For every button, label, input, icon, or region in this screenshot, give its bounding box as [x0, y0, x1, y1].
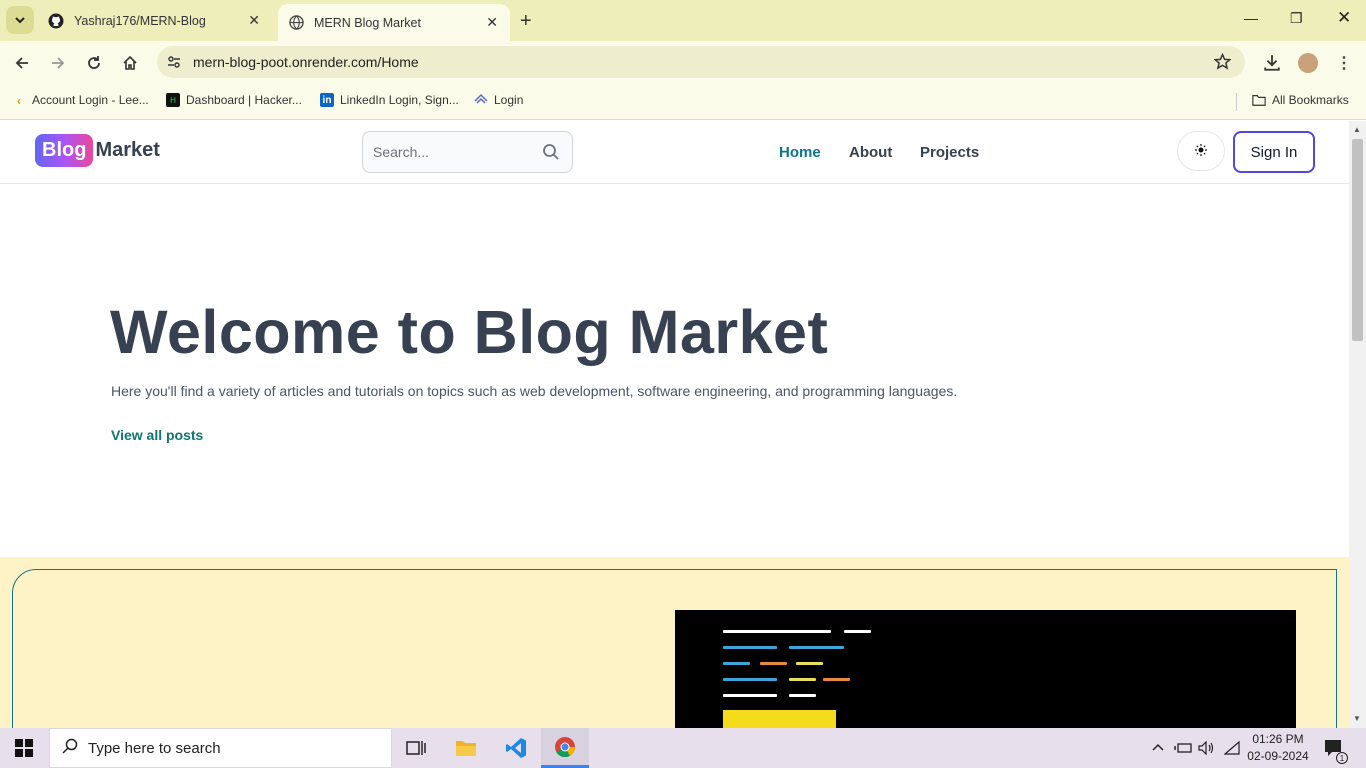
tab-mern-blog[interactable]: MERN Blog Market ✕: [278, 4, 510, 41]
taskbar-search-placeholder: Type here to search: [88, 739, 221, 757]
search-icon: [62, 738, 78, 759]
globe-icon: [288, 15, 304, 31]
restore-icon[interactable]: ❐: [1290, 10, 1303, 27]
sign-in-button[interactable]: Sign In: [1233, 131, 1315, 173]
vscode-icon[interactable]: [492, 728, 540, 768]
close-window-icon[interactable]: ✕: [1337, 8, 1351, 28]
close-tab-icon[interactable]: ✕: [248, 12, 260, 29]
taskbar-search-box[interactable]: Type here to search: [49, 728, 392, 768]
hero-subtitle: Here you'll find a variety of articles a…: [111, 383, 958, 399]
leetcode-icon: ‹: [16, 92, 22, 108]
tab-title: Yashraj176/MERN-Blog: [74, 13, 206, 28]
windows-taskbar: Type here to search 01:26 PM 02-09-2024 …: [0, 728, 1366, 768]
chrome-icon[interactable]: [541, 728, 589, 768]
close-tab-icon[interactable]: ✕: [486, 14, 498, 31]
start-button[interactable]: [0, 728, 48, 768]
github-icon: [48, 13, 64, 29]
sun-icon: [1195, 143, 1207, 159]
site-header: Blog Market Home About Projects Sign In: [0, 121, 1349, 184]
task-view-icon[interactable]: [392, 728, 440, 768]
bookmark-label: Dashboard | Hacker...: [186, 93, 302, 107]
hero-title: Welcome to Blog Market: [110, 298, 829, 366]
tab-github[interactable]: Yashraj176/MERN-Blog ✕: [38, 0, 272, 41]
back-icon[interactable]: [12, 53, 32, 73]
clock-time: 01:26 PM: [1252, 732, 1304, 746]
page-scrollbar[interactable]: ▲ ▼: [1349, 121, 1366, 728]
linkedin-icon: in: [320, 93, 334, 107]
notification-count-badge: 1: [1336, 752, 1348, 764]
volume-icon[interactable]: [1198, 728, 1216, 768]
site-search: [362, 131, 573, 173]
show-hidden-icons[interactable]: [1152, 728, 1164, 768]
notification-center-icon[interactable]: 1: [1324, 728, 1348, 768]
all-bookmarks-button[interactable]: All Bookmarks: [1252, 93, 1349, 107]
theme-toggle-button[interactable]: [1177, 131, 1225, 171]
scrollbar-thumb[interactable]: [1352, 139, 1363, 341]
search-icon[interactable]: [542, 143, 560, 166]
reload-icon[interactable]: [84, 53, 104, 73]
chevron-up-icon: [1152, 743, 1164, 751]
system-clock[interactable]: 01:26 PM 02-09-2024: [1244, 731, 1312, 765]
scroll-up-icon[interactable]: ▲: [1353, 125, 1361, 134]
web-page: Blog Market Home About Projects Sign In …: [0, 121, 1349, 728]
bookmark-label: Login: [494, 93, 524, 107]
bookmark-linkedin[interactable]: in LinkedIn Login, Sign...: [320, 93, 459, 107]
tab-title: MERN Blog Market: [314, 15, 421, 30]
url-text: mern-blog-poot.onrender.com/Home: [193, 54, 419, 70]
bookmark-hackerrank[interactable]: H Dashboard | Hacker...: [166, 93, 302, 107]
address-bar[interactable]: mern-blog-poot.onrender.com/Home: [157, 46, 1245, 78]
all-bookmarks-label: All Bookmarks: [1272, 93, 1349, 107]
forward-icon[interactable]: [48, 53, 68, 73]
nav-about[interactable]: About: [849, 144, 892, 161]
site-info-icon[interactable]: [166, 54, 182, 75]
bookmarks-divider: [1236, 93, 1237, 111]
profile-avatar[interactable]: [1298, 53, 1318, 73]
call-to-action-section: [0, 557, 1349, 728]
home-icon[interactable]: [120, 53, 140, 73]
chevron-down-icon: [15, 17, 25, 24]
hackerrank-icon: H: [166, 93, 180, 107]
nav-home[interactable]: Home: [779, 144, 821, 161]
site-logo[interactable]: Blog Market: [35, 134, 160, 167]
code-illustration-image: [675, 610, 1296, 728]
minimize-icon[interactable]: —: [1244, 10, 1258, 26]
bookmarks-bar: ‹ Account Login - Lee... H Dashboard | H…: [0, 85, 1366, 120]
download-icon[interactable]: [1262, 53, 1282, 73]
folder-icon: [1252, 93, 1266, 107]
logo-badge: Blog: [35, 134, 94, 167]
logo-text: Market: [95, 139, 160, 161]
view-all-posts-link[interactable]: View all posts: [111, 427, 203, 443]
windows-icon: [15, 739, 33, 757]
browser-toolbar: mern-blog-poot.onrender.com/Home ⋮: [0, 41, 1366, 85]
nav-projects[interactable]: Projects: [920, 144, 979, 161]
bookmark-label: LinkedIn Login, Sign...: [340, 93, 459, 107]
bookmark-login[interactable]: Login: [474, 93, 523, 107]
bookmark-label: Account Login - Lee...: [32, 93, 149, 107]
file-explorer-icon[interactable]: [442, 728, 490, 768]
bookmark-leetcode[interactable]: ‹ Account Login - Lee...: [12, 92, 149, 108]
scroll-down-icon[interactable]: ▼: [1353, 714, 1361, 723]
network-icon[interactable]: [1224, 728, 1240, 768]
menu-icon[interactable]: ⋮: [1334, 53, 1354, 73]
new-tab-button[interactable]: +: [520, 10, 532, 33]
search-input[interactable]: [373, 144, 533, 160]
browser-tab-bar: Yashraj176/MERN-Blog ✕ MERN Blog Market …: [0, 0, 1366, 41]
battery-icon[interactable]: [1174, 728, 1192, 768]
clock-date: 02-09-2024: [1247, 749, 1309, 763]
bookmark-star-icon[interactable]: [1213, 52, 1232, 75]
login-icon: [474, 93, 488, 107]
tab-search-button[interactable]: [6, 6, 34, 34]
